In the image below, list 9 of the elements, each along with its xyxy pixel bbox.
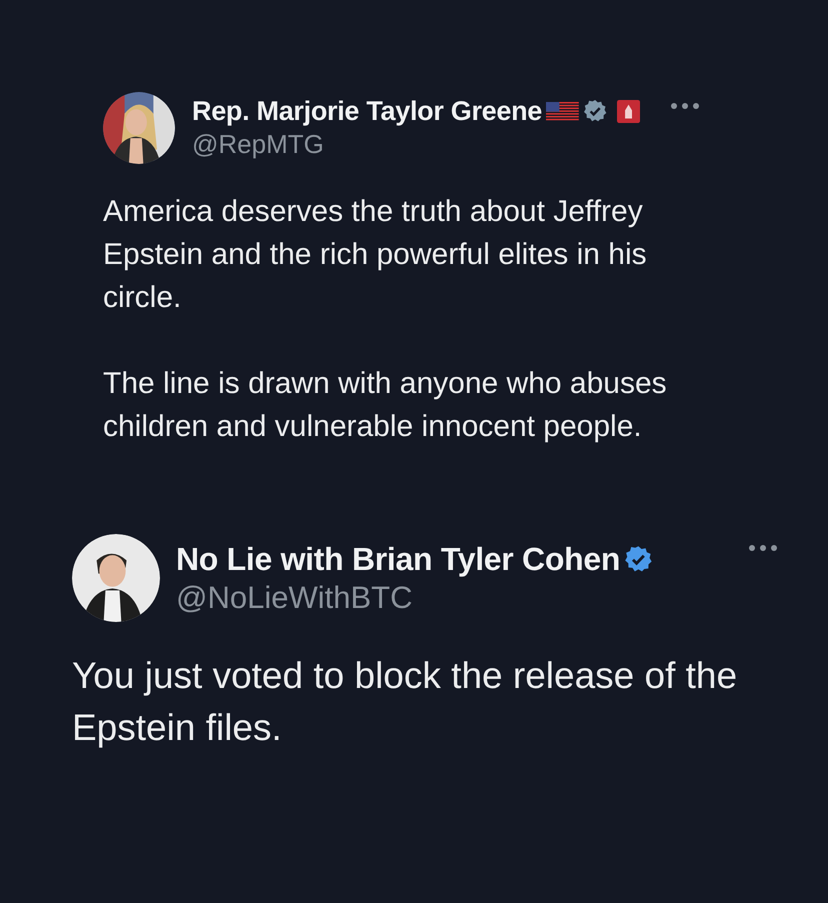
author-handle[interactable]: @NoLieWithBTC [176, 580, 732, 616]
more-options-icon[interactable] [670, 102, 700, 110]
more-options-icon[interactable] [748, 544, 778, 552]
tweet-text: You just voted to block the release of the Epstein files. [72, 654, 738, 750]
author-name[interactable]: Rep. Marjorie Taylor Greene [192, 96, 542, 127]
author-name[interactable]: No Lie with Brian Tyler Cohen [176, 540, 620, 578]
tweet-text: America deserves the truth about Jeffrey Epstein and the rich powerful elites in his circle. [103, 194, 648, 316]
tweet-text: The line is drawn with anyone who abuses children and vulnerable innocent people. [103, 366, 668, 445]
author-handle[interactable]: @RepMTG [192, 129, 653, 160]
